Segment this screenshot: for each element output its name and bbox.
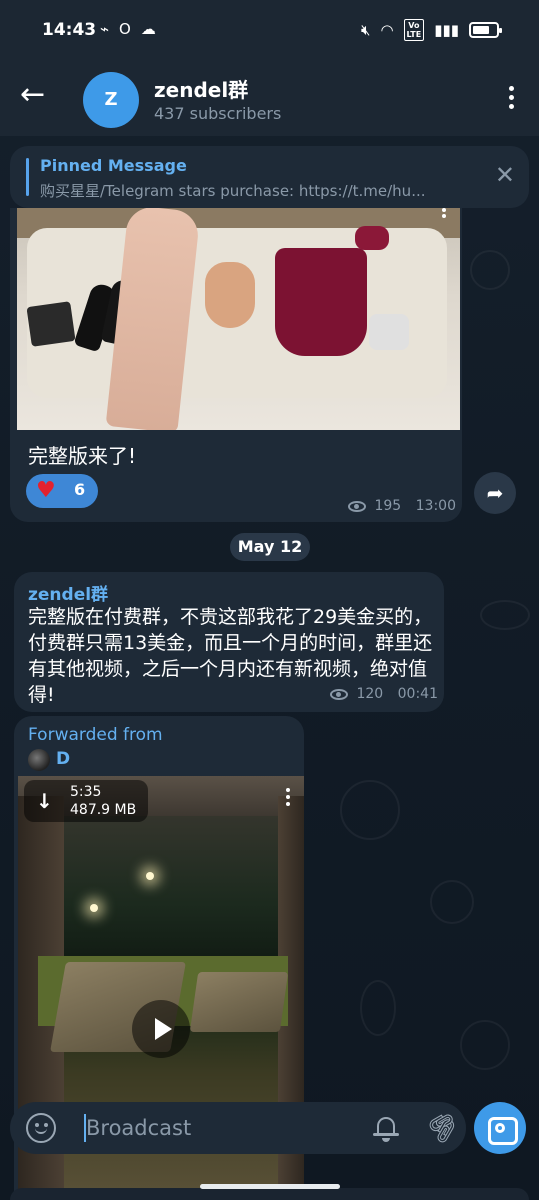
date-separator: May 12	[230, 533, 310, 561]
photo-post[interactable]: 完整版来了! ♥ 6 195 13:00	[10, 208, 462, 522]
bottom-ghost-bar	[10, 1188, 529, 1200]
photo-box	[369, 314, 409, 350]
volte-icon: Vo LTE	[403, 19, 425, 41]
pinned-title: Pinned Message	[40, 156, 187, 175]
reaction-count: 6	[74, 480, 86, 499]
pinned-text: 购买星星/Telegram stars purchase: https://t.…	[40, 182, 426, 200]
video-lounger	[189, 972, 289, 1032]
forwarded-label: Forwarded from	[28, 725, 163, 745]
broadcast-bar: 🖇︎	[10, 1102, 466, 1154]
channel-header: ← Z zendel群 437 subscribers	[0, 60, 539, 136]
status-time: 14:43	[42, 20, 97, 40]
post-time: 13:00	[415, 498, 456, 514]
views-eye-icon	[330, 688, 348, 700]
signal-icon: ▮▮▮	[434, 21, 459, 39]
post-caption: 完整版来了!	[28, 444, 137, 468]
forwarded-name[interactable]: D	[56, 749, 70, 769]
back-arrow-icon[interactable]: ←	[20, 80, 52, 112]
channel-name[interactable]: zendel群	[154, 74, 248, 103]
background-doodle	[340, 780, 400, 840]
photo-menu-icon[interactable]	[442, 208, 448, 218]
view-count: 120	[356, 686, 384, 702]
background-doodle	[460, 1020, 510, 1070]
post-meta: 195 13:00	[348, 498, 456, 514]
status-right-icons: 🔇︎ ◠ Vo LTE ▮▮▮	[360, 19, 502, 41]
photo-mask	[205, 262, 255, 328]
opera-icon: O	[119, 20, 141, 38]
forwarded-avatar[interactable]	[28, 749, 50, 771]
more-options-icon[interactable]	[503, 86, 519, 112]
heart-icon: ♥	[36, 478, 56, 503]
post-time: 00:41	[397, 686, 438, 702]
post-meta: 120 00:41	[330, 686, 438, 702]
bell-icon[interactable]	[372, 1114, 400, 1142]
text-post[interactable]: zendel群 完整版在付费群，不贵这部我花了29美金买的，付费群只需13美金，…	[14, 572, 444, 712]
video-duration: 5:35	[70, 784, 102, 800]
video-lamp	[146, 872, 154, 880]
status-bar: 14:43 ⌁O☁ 🔇︎ ◠ Vo LTE ▮▮▮	[0, 0, 539, 60]
mute-icon: 🔇︎	[360, 21, 371, 39]
background-doodle	[480, 600, 530, 630]
video-lamp	[90, 904, 98, 912]
photo-cuffs	[355, 226, 389, 250]
paperclip-icon[interactable]: 🖇︎	[419, 1103, 466, 1150]
video-menu-icon[interactable]	[286, 788, 292, 809]
download-icon[interactable]: ↓	[36, 790, 53, 812]
post-photo-image[interactable]	[17, 208, 460, 430]
video-size: 487.9 MB	[70, 802, 137, 818]
cloud-icon: ☁	[140, 20, 166, 38]
pinned-indicator	[26, 158, 29, 196]
status-left-icons: ⌁O☁	[100, 20, 166, 38]
background-doodle	[470, 250, 510, 290]
share-arrow-icon[interactable]: ➦	[474, 472, 516, 514]
post-author[interactable]: zendel群	[28, 580, 108, 605]
video-info-badge[interactable]: ↓ 5:35 487.9 MB	[24, 780, 148, 822]
battery-icon	[469, 22, 502, 38]
nfc-icon: ⌁	[100, 20, 120, 38]
wifi-icon: ◠	[380, 21, 394, 39]
subscriber-count: 437 subscribers	[154, 104, 282, 123]
views-eye-icon	[348, 500, 366, 512]
close-icon[interactable]: ✕	[495, 162, 515, 188]
camera-icon[interactable]	[474, 1102, 526, 1154]
reaction-chip[interactable]: ♥ 6	[26, 474, 98, 508]
broadcast-input[interactable]	[86, 1112, 346, 1144]
background-doodle	[360, 980, 396, 1036]
photo-lingerie	[275, 248, 367, 356]
play-icon[interactable]	[132, 1000, 190, 1058]
background-doodle	[430, 880, 474, 924]
home-indicator[interactable]	[200, 1184, 340, 1189]
pinned-message-bar[interactable]: Pinned Message 购买星星/Telegram stars purch…	[10, 146, 529, 208]
emoji-icon[interactable]	[26, 1113, 56, 1143]
photo-pouch	[26, 301, 76, 347]
view-count: 195	[374, 498, 402, 514]
channel-avatar[interactable]: Z	[83, 72, 139, 128]
